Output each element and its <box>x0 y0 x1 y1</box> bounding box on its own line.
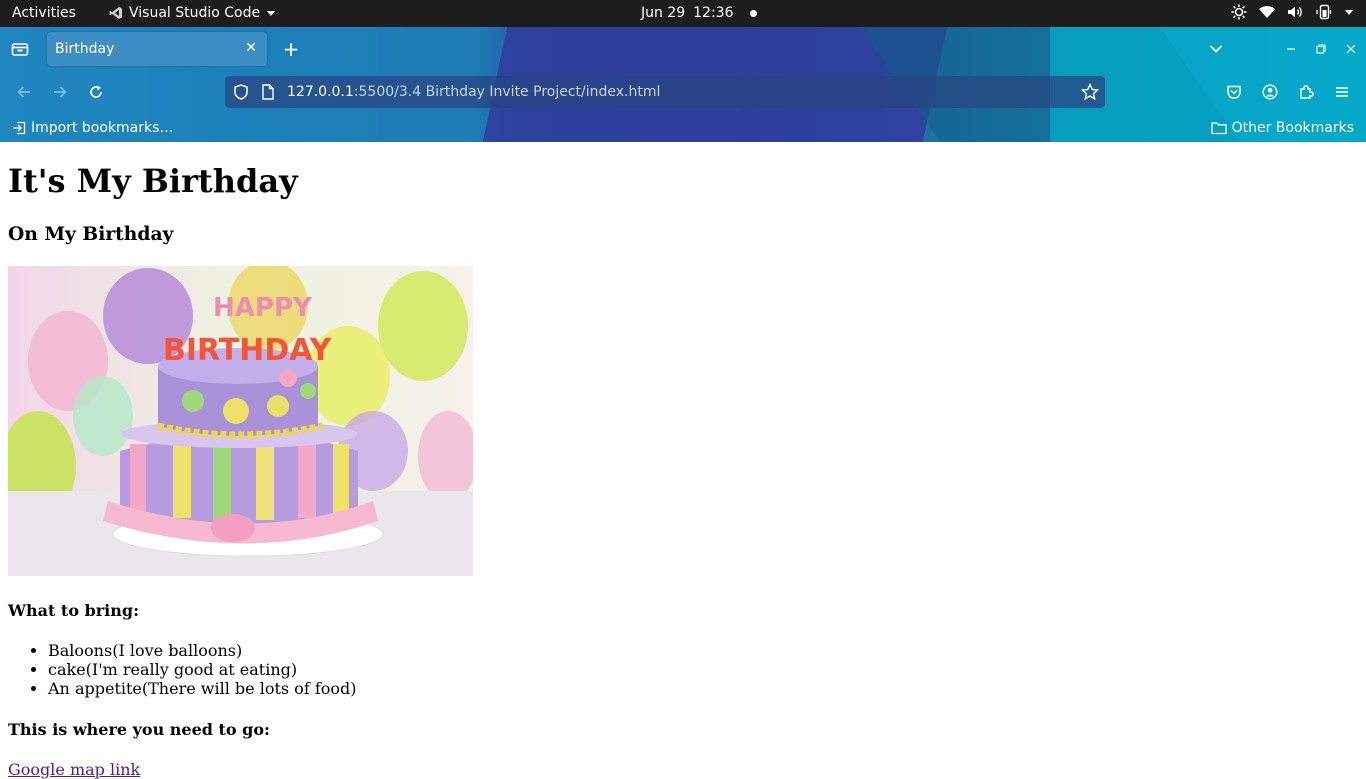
firefox-view-button[interactable] <box>8 37 32 61</box>
minimize-button[interactable] <box>1280 37 1302 61</box>
extensions-button[interactable] <box>1294 80 1318 104</box>
page-content: It's My Birthday On My Birthday HAPPY BI… <box>0 142 1366 779</box>
system-tray[interactable] <box>1231 4 1354 20</box>
bring-list: Baloons(I love balloons) cake(I'm really… <box>8 641 357 698</box>
import-icon <box>13 121 26 135</box>
star-icon[interactable] <box>1081 83 1099 101</box>
bookmarks-toolbar: Import bookmarks… Other Bookmarks <box>0 115 1366 142</box>
url-bar[interactable]: 127.0.0.1:5500/3.4 Birthday Invite Proje… <box>225 76 1105 108</box>
restore-icon <box>1316 44 1326 54</box>
pocket-icon <box>1227 85 1241 99</box>
bring-heading: What to bring: <box>8 601 139 620</box>
url-path: :5500/3.4 Birthday Invite Project/index.… <box>353 84 661 100</box>
chevron-down-icon <box>1209 45 1223 53</box>
list-item: Baloons(I love balloons) <box>48 641 357 660</box>
arrow-right-icon <box>54 86 67 98</box>
restore-button[interactable] <box>1310 37 1332 61</box>
clock-date: Jun 29 <box>641 5 686 21</box>
vscode-icon <box>109 7 122 19</box>
wifi-icon <box>1259 6 1275 18</box>
browser-chrome: Birthday ✕ + 127.0.0.1:5500/3.4 Birthday… <box>0 27 1366 142</box>
navigation-toolbar: 127.0.0.1:5500/3.4 Birthday Invite Proje… <box>0 71 1366 115</box>
account-icon <box>1262 84 1278 100</box>
close-window-button[interactable] <box>1340 37 1362 61</box>
arrow-left-icon <box>17 86 30 98</box>
new-tab-button[interactable]: + <box>279 37 303 61</box>
where-heading: This is where you need to go: <box>8 720 270 739</box>
firefox-view-icon <box>11 43 29 56</box>
import-bookmarks-button[interactable]: Import bookmarks… <box>12 120 173 136</box>
puzzle-icon <box>1300 85 1314 99</box>
birthday-cake-image: HAPPY BIRTHDAY <box>8 266 473 576</box>
folder-icon <box>1210 122 1227 135</box>
app-name: Visual Studio Code <box>129 5 261 21</box>
activities-button[interactable]: Activities <box>12 5 76 21</box>
other-bookmarks-button[interactable]: Other Bookmarks <box>1210 120 1354 136</box>
volume-icon <box>1288 6 1302 18</box>
system-top-bar: Activities Visual Studio Code Jun 29 12:… <box>0 0 1366 27</box>
list-item: cake(I'm really good at eating) <box>48 660 357 679</box>
tab-strip: Birthday ✕ + <box>0 27 1366 71</box>
chevron-down-icon <box>267 11 276 16</box>
clock-time: 12:36 <box>693 5 734 21</box>
clock[interactable]: Jun 29 12:36 <box>641 5 757 21</box>
tab-birthday[interactable]: Birthday ✕ <box>47 32 267 66</box>
minimize-icon <box>1287 48 1295 50</box>
other-bookmarks-label: Other Bookmarks <box>1231 120 1354 136</box>
notification-dot <box>749 9 757 17</box>
hamburger-icon <box>1336 87 1348 97</box>
page-subtitle: On My Birthday <box>8 223 174 245</box>
import-bookmarks-label: Import bookmarks… <box>31 120 174 136</box>
shield-icon[interactable] <box>233 84 249 100</box>
cake-text-happy: HAPPY <box>213 293 313 323</box>
page-title: It's My Birthday <box>8 162 298 200</box>
close-tab-icon[interactable]: ✕ <box>245 40 257 56</box>
brightness-icon <box>1231 4 1247 20</box>
tab-title: Birthday <box>55 41 115 57</box>
url-text[interactable]: 127.0.0.1:5500/3.4 Birthday Invite Proje… <box>287 84 660 100</box>
list-all-tabs-button[interactable] <box>1204 37 1228 61</box>
close-icon <box>1346 44 1356 54</box>
url-host: 127.0.0.1 <box>287 84 354 100</box>
app-menu[interactable]: Visual Studio Code <box>109 5 276 21</box>
account-button[interactable] <box>1258 80 1282 104</box>
menu-button[interactable] <box>1330 80 1354 104</box>
cake-text-birthday: BIRTHDAY <box>163 333 333 368</box>
pocket-button[interactable] <box>1222 80 1246 104</box>
back-button[interactable] <box>12 80 36 104</box>
battery-icon <box>1316 4 1332 20</box>
google-map-link[interactable]: Google map link <box>8 760 140 779</box>
page-icon[interactable] <box>261 84 275 100</box>
power-menu-icon <box>1345 10 1353 15</box>
reload-icon <box>90 85 102 98</box>
plus-icon: + <box>282 37 300 61</box>
reload-button[interactable] <box>84 80 108 104</box>
list-item: An appetite(There will be lots of food) <box>48 679 357 698</box>
forward-button[interactable] <box>48 80 72 104</box>
